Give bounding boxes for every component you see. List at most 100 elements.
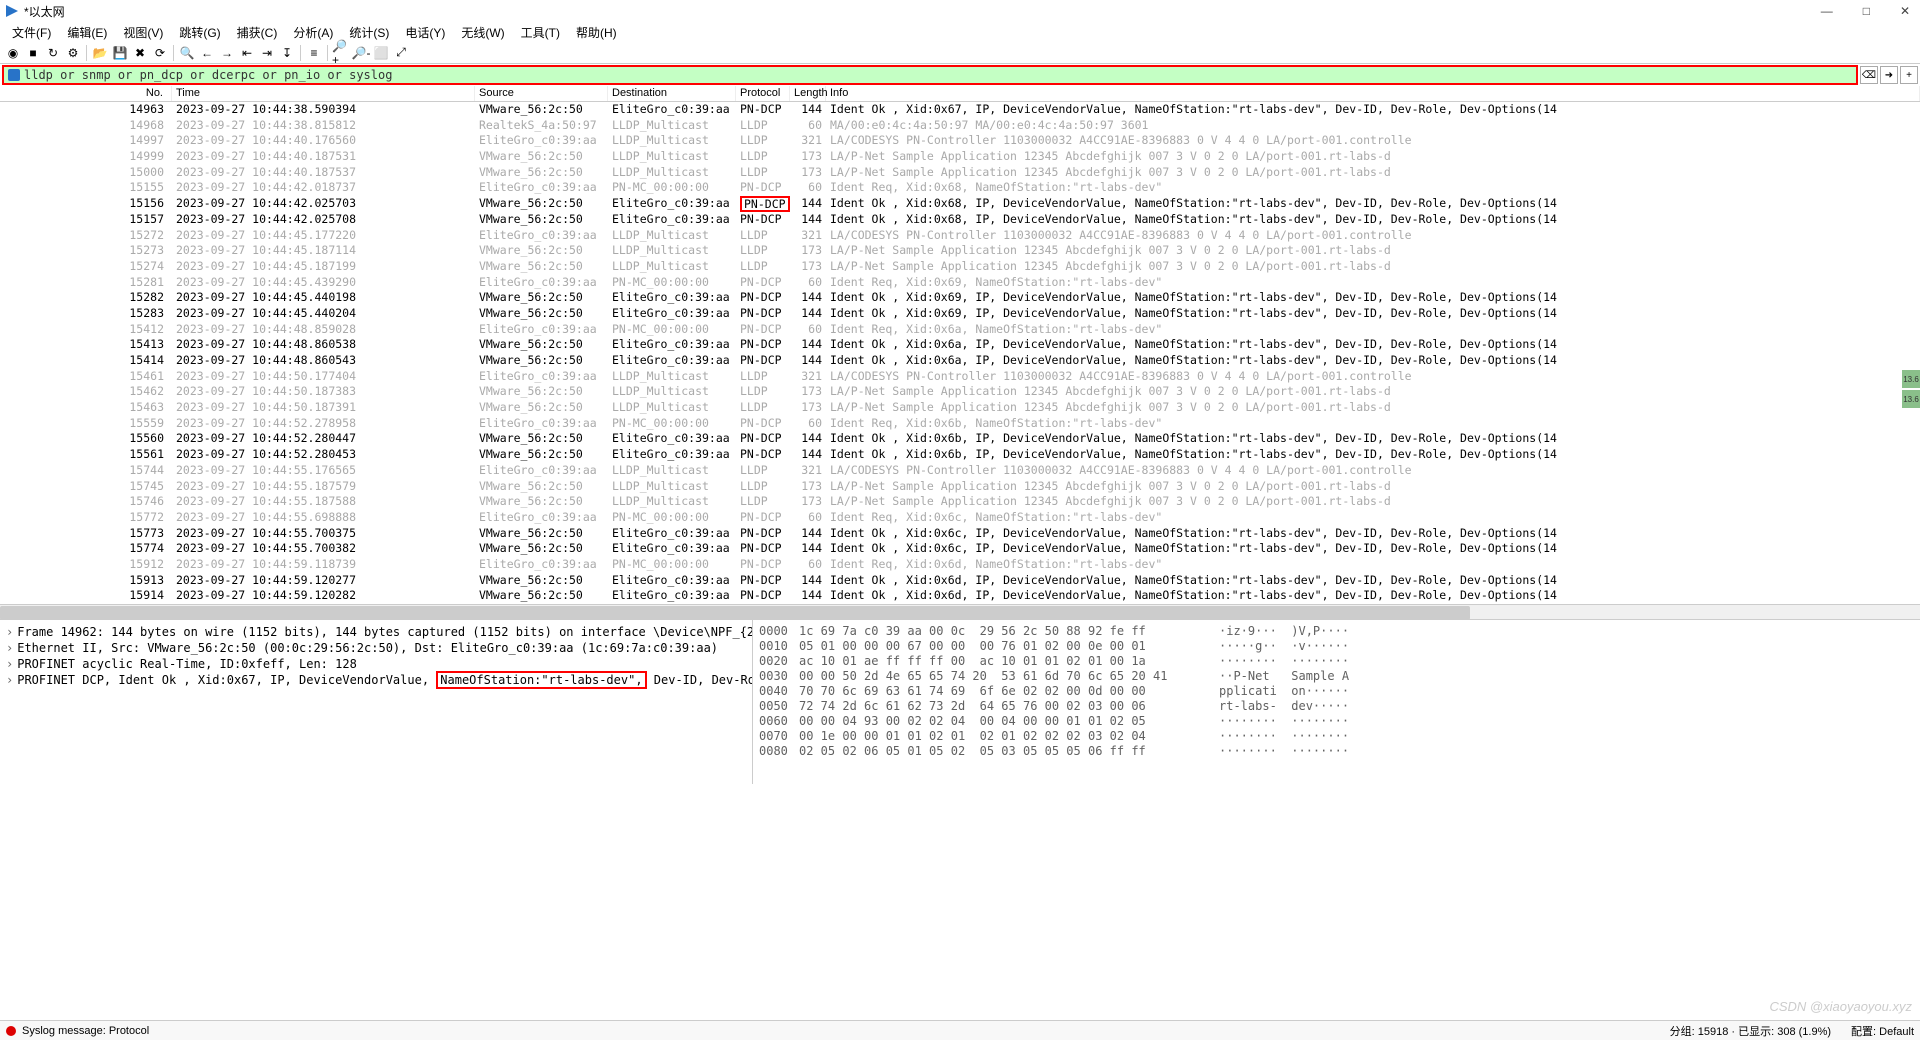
packet-row[interactable]: 157452023-09-27 10:44:55.187579VMware_56… [0, 479, 1920, 495]
expand-icon[interactable]: › [6, 673, 13, 687]
colorize-icon[interactable]: ≡ [305, 44, 323, 62]
packet-row[interactable]: 154612023-09-27 10:44:50.177404EliteGro_… [0, 369, 1920, 385]
packet-row[interactable]: 152832023-09-27 10:44:45.440204VMware_56… [0, 306, 1920, 322]
close-button[interactable]: ✕ [1894, 2, 1916, 20]
packet-list[interactable]: 149632023-09-27 10:44:38.590394VMware_56… [0, 102, 1920, 604]
minimize-button[interactable]: — [1815, 2, 1839, 20]
hex-row[interactable]: 008002 05 02 06 05 01 05 02 05 03 05 05 … [759, 744, 1914, 759]
profinet-dcp-pre[interactable]: PROFINET DCP, Ident Ok , Xid:0x67, IP, D… [17, 673, 436, 687]
col-source[interactable]: Source [475, 86, 608, 101]
packet-row[interactable]: 155602023-09-27 10:44:52.280447VMware_56… [0, 431, 1920, 447]
packet-row[interactable]: 152822023-09-27 10:44:45.440198VMware_56… [0, 290, 1920, 306]
packet-row[interactable]: 152732023-09-27 10:44:45.187114VMware_56… [0, 243, 1920, 259]
zoom-out-icon[interactable]: 🔎- [352, 44, 370, 62]
menu-4[interactable]: 捕获(C) [231, 22, 284, 43]
packet-row[interactable]: 154142023-09-27 10:44:48.860543VMware_56… [0, 353, 1920, 369]
menu-0[interactable]: 文件(F) [6, 22, 57, 43]
ethernet-summary[interactable]: Ethernet II, Src: VMware_56:2c:50 (00:0c… [17, 641, 718, 655]
packet-row[interactable]: 150002023-09-27 10:44:40.187537VMware_56… [0, 165, 1920, 181]
filter-apply-button[interactable]: ➜ [1880, 66, 1898, 84]
packet-row[interactable]: 154122023-09-27 10:44:48.859028EliteGro_… [0, 322, 1920, 338]
capture-options-icon[interactable]: ⚙ [64, 44, 82, 62]
packet-row[interactable]: 159122023-09-27 10:44:59.118739EliteGro_… [0, 557, 1920, 573]
packet-details-pane[interactable]: › Frame 14962: 144 bytes on wire (1152 bi… [0, 620, 753, 784]
filter-bookmark-icon[interactable] [8, 69, 20, 81]
resize-columns-icon[interactable]: ⤢ [392, 44, 410, 62]
find-packet-icon[interactable]: 🔍 [178, 44, 196, 62]
hex-row[interactable]: 006000 00 04 93 00 02 02 04 00 04 00 00 … [759, 714, 1914, 729]
maximize-button[interactable]: □ [1857, 2, 1876, 20]
profinet-dcp-post[interactable]: Dev-ID, Dev-Role, Dev-Options [647, 673, 753, 687]
close-file-icon[interactable]: ✖ [131, 44, 149, 62]
stop-capture-icon[interactable]: ■ [24, 44, 42, 62]
expand-icon[interactable]: › [6, 625, 13, 639]
packet-row[interactable]: 151572023-09-27 10:44:42.025708VMware_56… [0, 212, 1920, 228]
filter-clear-button[interactable]: ⌫ [1860, 66, 1878, 84]
packet-row[interactable]: 154132023-09-27 10:44:48.860538VMware_56… [0, 337, 1920, 353]
col-info[interactable]: Info [826, 86, 1920, 101]
packet-row[interactable]: 154632023-09-27 10:44:50.187391VMware_56… [0, 400, 1920, 416]
hex-row[interactable]: 00001c 69 7a c0 39 aa 00 0c 29 56 2c 50 … [759, 624, 1914, 639]
menu-10[interactable]: 帮助(H) [570, 22, 623, 43]
packet-row[interactable]: 157462023-09-27 10:44:55.187588VMware_56… [0, 494, 1920, 510]
hex-row[interactable]: 005072 74 2d 6c 61 62 73 2d 64 65 76 00 … [759, 699, 1914, 714]
save-file-icon[interactable]: 💾 [111, 44, 129, 62]
packet-row[interactable]: 157742023-09-27 10:44:55.700382VMware_56… [0, 541, 1920, 557]
packet-row[interactable]: 159142023-09-27 10:44:59.120282VMware_56… [0, 588, 1920, 604]
start-capture-icon[interactable]: ◉ [4, 44, 22, 62]
packet-row[interactable]: 154622023-09-27 10:44:50.187383VMware_56… [0, 384, 1920, 400]
profile-label[interactable]: 配置: Default [1851, 1023, 1914, 1039]
col-no[interactable]: No. [0, 86, 172, 101]
menu-3[interactable]: 跳转(G) [173, 22, 226, 43]
open-file-icon[interactable]: 📂 [91, 44, 109, 62]
packet-row[interactable]: 159132023-09-27 10:44:59.120277VMware_56… [0, 573, 1920, 589]
packet-row[interactable]: 152742023-09-27 10:44:45.187199VMware_56… [0, 259, 1920, 275]
col-length[interactable]: Length [790, 86, 826, 101]
hex-row[interactable]: 007000 1e 00 00 01 01 02 01 02 01 02 02 … [759, 729, 1914, 744]
col-protocol[interactable]: Protocol [736, 86, 790, 101]
horizontal-scrollbar[interactable] [0, 604, 1920, 620]
menu-7[interactable]: 电话(Y) [399, 22, 451, 43]
expand-icon[interactable]: › [6, 641, 13, 655]
hex-row[interactable]: 0020ac 10 01 ae ff ff ff 00 ac 10 01 01 … [759, 654, 1914, 669]
menu-8[interactable]: 无线(W) [455, 22, 510, 43]
packet-row[interactable]: 157442023-09-27 10:44:55.176565EliteGro_… [0, 463, 1920, 479]
expand-icon[interactable]: › [6, 657, 13, 671]
profinet-rt-summary[interactable]: PROFINET acyclic Real-Time, ID:0xfeff, L… [17, 657, 357, 671]
go-next-icon[interactable]: → [218, 44, 236, 62]
menu-6[interactable]: 统计(S) [343, 22, 395, 43]
go-last-icon[interactable]: ⇥ [258, 44, 276, 62]
packet-row[interactable]: 155592023-09-27 10:44:52.278958EliteGro_… [0, 416, 1920, 432]
packet-row[interactable]: 157722023-09-27 10:44:55.698888EliteGro_… [0, 510, 1920, 526]
packet-row[interactable]: 152722023-09-27 10:44:45.177220EliteGro_… [0, 228, 1920, 244]
col-destination[interactable]: Destination [608, 86, 736, 101]
packet-row[interactable]: 152812023-09-27 10:44:45.439290EliteGro_… [0, 275, 1920, 291]
filter-add-button[interactable]: + [1900, 66, 1918, 84]
col-time[interactable]: Time [172, 86, 475, 101]
expert-info-icon[interactable] [6, 1026, 16, 1036]
name-of-station-highlight[interactable]: NameOfStation:"rt-labs-dev", [436, 671, 646, 689]
reload-icon[interactable]: ⟳ [151, 44, 169, 62]
go-prev-icon[interactable]: ← [198, 44, 216, 62]
packet-row[interactable]: 149682023-09-27 10:44:38.815812RealtekS_… [0, 118, 1920, 134]
packet-row[interactable]: 149972023-09-27 10:44:40.176560EliteGro_… [0, 133, 1920, 149]
zoom-reset-icon[interactable]: ⬜ [372, 44, 390, 62]
packet-row[interactable]: 157732023-09-27 10:44:55.700375VMware_56… [0, 526, 1920, 542]
hex-row[interactable]: 003000 00 50 2d 4e 65 65 74 20 53 61 6d … [759, 669, 1914, 684]
menu-2[interactable]: 视图(V) [117, 22, 169, 43]
restart-capture-icon[interactable]: ↻ [44, 44, 62, 62]
packet-row[interactable]: 151562023-09-27 10:44:42.025703VMware_56… [0, 196, 1920, 212]
auto-scroll-icon[interactable]: ↧ [278, 44, 296, 62]
menu-1[interactable]: 编辑(E) [61, 22, 113, 43]
packet-bytes-pane[interactable]: 00001c 69 7a c0 39 aa 00 0c 29 56 2c 50 … [753, 620, 1920, 784]
go-first-icon[interactable]: ⇤ [238, 44, 256, 62]
menu-9[interactable]: 工具(T) [515, 22, 566, 43]
hex-row[interactable]: 001005 01 00 00 00 67 00 00 00 76 01 02 … [759, 639, 1914, 654]
packet-row[interactable]: 149632023-09-27 10:44:38.590394VMware_56… [0, 102, 1920, 118]
display-filter-wrap[interactable] [2, 65, 1858, 85]
packet-row[interactable]: 151552023-09-27 10:44:42.018737EliteGro_… [0, 180, 1920, 196]
display-filter-input[interactable] [24, 68, 1852, 82]
packet-row[interactable]: 155612023-09-27 10:44:52.280453VMware_56… [0, 447, 1920, 463]
frame-summary[interactable]: Frame 14962: 144 bytes on wire (1152 bit… [17, 625, 753, 639]
zoom-in-icon[interactable]: 🔎+ [332, 44, 350, 62]
